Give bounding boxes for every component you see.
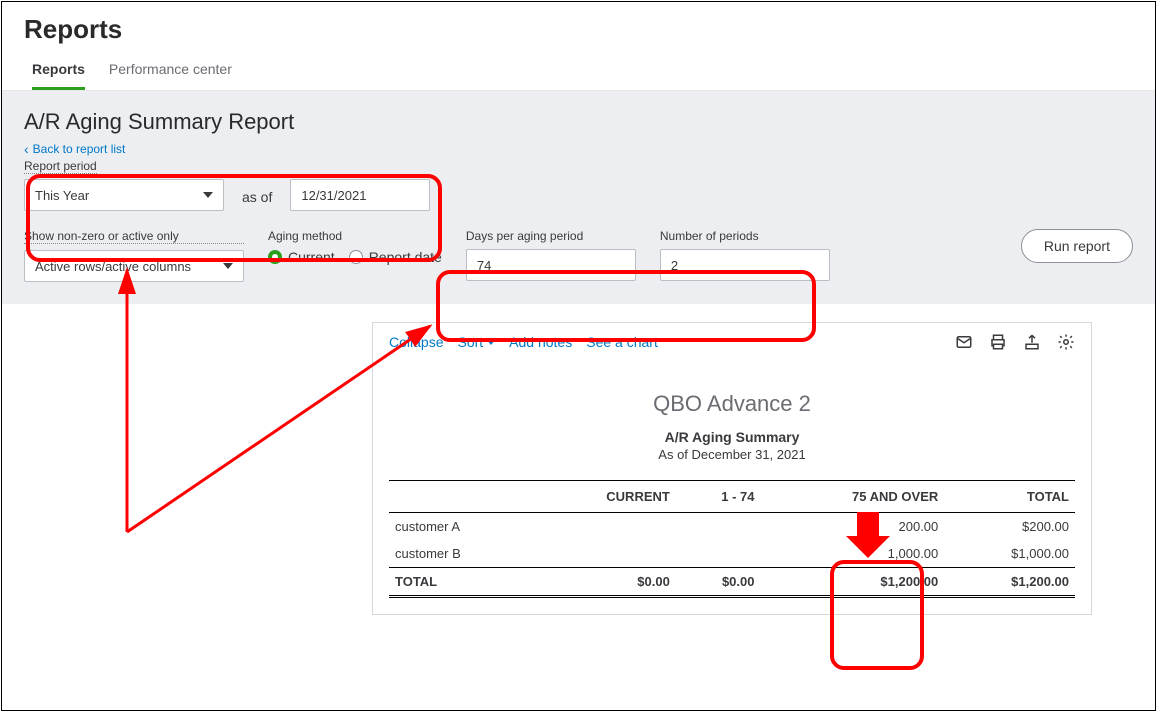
tabs: Reports Performance center: [2, 61, 1155, 91]
cell-b1: $0.00: [676, 568, 761, 597]
cell-name: customer A: [389, 513, 534, 541]
cell-b1: [676, 513, 761, 541]
report-period-select[interactable]: This Year: [24, 179, 224, 211]
cell-b2: 1,000.00: [761, 540, 945, 568]
cell-current: [534, 540, 675, 568]
report-name: A/R Aging Summary: [389, 429, 1075, 445]
col-bucket1: 1 - 74: [676, 481, 761, 513]
email-icon[interactable]: [955, 333, 973, 351]
sort-link[interactable]: Sort: [457, 334, 495, 350]
chevron-left-icon: ‹: [24, 141, 29, 157]
company-name: QBO Advance 2: [389, 391, 1075, 417]
radio-off-icon: [349, 250, 363, 264]
col-bucket2: 75 AND OVER: [761, 481, 945, 513]
cell-total: $200.00: [944, 513, 1075, 541]
print-icon[interactable]: [989, 333, 1007, 351]
tab-reports[interactable]: Reports: [32, 61, 85, 90]
chevron-down-icon: [487, 340, 495, 345]
tab-performance-center[interactable]: Performance center: [109, 61, 232, 90]
cell-current: $0.00: [534, 568, 675, 597]
cell-name: customer B: [389, 540, 534, 568]
page-title: Reports: [2, 2, 1155, 61]
report-card: Collapse Sort Add notes See a chart QBO …: [372, 322, 1092, 615]
cell-total: $1,200.00: [944, 568, 1075, 597]
back-to-report-list-link[interactable]: ‹ Back to report list: [24, 141, 1133, 157]
table-row[interactable]: customer B 1,000.00 $1,000.00: [389, 540, 1075, 568]
cell-name: TOTAL: [389, 568, 534, 597]
see-a-chart-link[interactable]: See a chart: [586, 334, 658, 350]
as-of-date-input[interactable]: 12/31/2021: [290, 179, 430, 211]
report-date: As of December 31, 2021: [389, 447, 1075, 462]
filter-panel: A/R Aging Summary Report ‹ Back to repor…: [2, 91, 1155, 304]
as-of-label: as of: [242, 189, 272, 211]
show-nonzero-select[interactable]: Active rows/active columns: [24, 250, 244, 282]
back-link-label: Back to report list: [33, 142, 126, 156]
section-title: A/R Aging Summary Report: [24, 109, 1133, 135]
col-current: CURRENT: [534, 481, 675, 513]
days-per-period-value: 74: [477, 258, 491, 273]
chevron-down-icon: [223, 263, 233, 269]
radio-on-icon: [268, 250, 282, 264]
days-per-period-input[interactable]: 74: [466, 249, 636, 281]
add-notes-link[interactable]: Add notes: [509, 334, 572, 350]
show-nonzero-value: Active rows/active columns: [35, 259, 191, 274]
cell-current: [534, 513, 675, 541]
col-total: TOTAL: [944, 481, 1075, 513]
export-icon[interactable]: [1023, 333, 1041, 351]
as-of-date-value: 12/31/2021: [301, 188, 366, 203]
aging-reportdate-label: Report date: [369, 249, 442, 265]
run-report-button[interactable]: Run report: [1021, 229, 1133, 263]
cell-b2: $1,200.00: [761, 568, 945, 597]
aging-method-label: Aging method: [268, 229, 442, 243]
table-row[interactable]: customer A 200.00 $200.00: [389, 513, 1075, 541]
aging-table: CURRENT 1 - 74 75 AND OVER TOTAL custome…: [389, 480, 1075, 598]
show-nonzero-label: Show non-zero or active only: [24, 229, 244, 244]
report-period-label: Report period: [24, 159, 97, 174]
gear-icon[interactable]: [1057, 333, 1075, 351]
table-total-row: TOTAL $0.00 $0.00 $1,200.00 $1,200.00: [389, 568, 1075, 597]
aging-method-current-radio[interactable]: Current: [268, 249, 335, 265]
cell-b2: 200.00: [761, 513, 945, 541]
cell-b1: [676, 540, 761, 568]
aging-current-label: Current: [288, 249, 335, 265]
number-of-periods-input[interactable]: 2: [660, 249, 830, 281]
number-of-periods-label: Number of periods: [660, 229, 830, 243]
sort-label: Sort: [457, 334, 483, 350]
chevron-down-icon: [203, 192, 213, 198]
days-per-period-label: Days per aging period: [466, 229, 636, 243]
report-period-value: This Year: [35, 188, 89, 203]
number-of-periods-value: 2: [671, 258, 678, 273]
aging-method-report-date-radio[interactable]: Report date: [349, 249, 442, 265]
collapse-link[interactable]: Collapse: [389, 334, 443, 350]
cell-total: $1,000.00: [944, 540, 1075, 568]
col-blank: [389, 481, 534, 513]
